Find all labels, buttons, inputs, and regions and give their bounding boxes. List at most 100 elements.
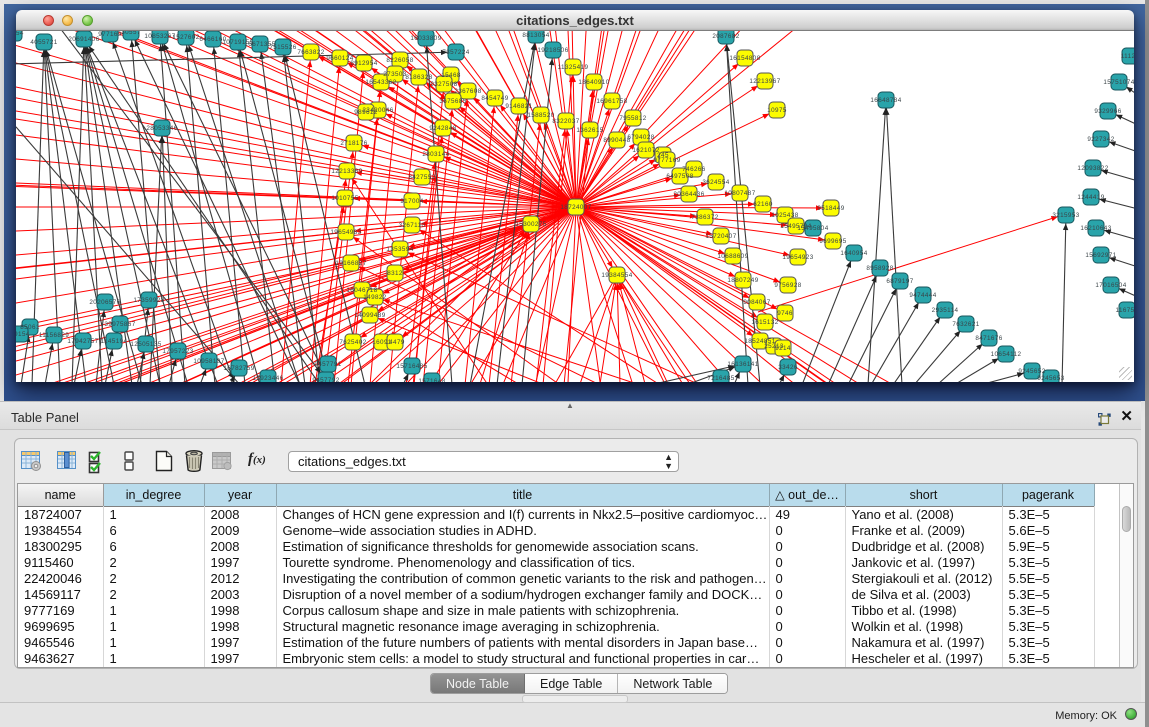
svg-text:19384554: 19384554	[601, 272, 632, 279]
svg-text:116753: 116753	[1116, 307, 1134, 314]
svg-text:7216485: 7216485	[707, 375, 734, 382]
svg-text:9699695: 9699695	[819, 238, 846, 245]
svg-text:6497508: 6497508	[666, 173, 693, 180]
svg-text:14099489: 14099489	[354, 312, 385, 319]
svg-text:16154808: 16154808	[729, 55, 760, 62]
svg-text:1621072: 1621072	[632, 147, 659, 154]
svg-text:9457791: 9457791	[314, 361, 341, 368]
svg-text:33426: 33426	[778, 364, 798, 371]
svg-text:9214: 9214	[775, 345, 791, 352]
svg-text:18640910: 18640910	[578, 79, 609, 86]
svg-text:8454749: 8454749	[481, 95, 508, 102]
svg-text:7625402: 7625402	[339, 339, 366, 346]
svg-text:19654983: 19654983	[330, 229, 361, 236]
svg-text:3267110: 3267110	[399, 222, 426, 229]
svg-text:11325419: 11325419	[558, 64, 589, 71]
svg-text:9245653: 9245653	[1037, 375, 1064, 382]
svg-text:19218506: 19218506	[537, 47, 568, 54]
svg-text:15751074: 15751074	[1103, 79, 1134, 86]
svg-text:2718176: 2718176	[340, 140, 367, 147]
svg-text:2087682: 2087682	[712, 33, 739, 40]
svg-text:7632621: 7632621	[952, 321, 979, 328]
svg-text:39975867: 39975867	[104, 321, 135, 328]
svg-text:62160: 62160	[753, 201, 773, 208]
svg-text:8226058: 8226058	[386, 57, 413, 64]
svg-text:1588520: 1588520	[527, 112, 554, 119]
svg-text:6879197: 6879197	[886, 278, 913, 285]
svg-text:12213967: 12213967	[749, 78, 780, 85]
svg-text:8813054: 8813054	[522, 32, 549, 39]
svg-text:8958928: 8958928	[866, 265, 893, 272]
svg-text:16046718: 16046718	[346, 287, 377, 294]
svg-text:15716485: 15716485	[396, 363, 427, 370]
svg-text:11124: 11124	[1121, 53, 1134, 60]
svg-text:17359928: 17359928	[133, 297, 164, 304]
svg-text:12505135: 12505135	[130, 341, 161, 348]
svg-text:989612: 989612	[354, 109, 378, 116]
svg-text:8312: 8312	[387, 270, 403, 277]
svg-text:1571648: 1571648	[418, 378, 445, 382]
svg-text:9777169: 9777169	[653, 157, 680, 164]
svg-text:4055721: 4055721	[30, 39, 57, 46]
svg-text:11156829: 11156829	[39, 332, 69, 339]
svg-text:2803144: 2803144	[422, 151, 449, 158]
svg-text:9457792: 9457792	[312, 377, 339, 382]
svg-text:20364436: 20364436	[673, 191, 704, 198]
svg-text:20206576: 20206576	[89, 299, 120, 306]
svg-text:19654923: 19654923	[782, 254, 813, 261]
svg-text:746266: 746266	[682, 166, 706, 173]
svg-text:1244419: 1244419	[1077, 194, 1104, 201]
svg-text:16033809: 16033809	[410, 35, 441, 42]
svg-text:15300275: 15300275	[515, 221, 546, 228]
svg-text:9327508: 9327508	[430, 81, 457, 88]
svg-text:7955812: 7955812	[619, 115, 646, 122]
svg-text:17016504: 17016504	[1095, 282, 1126, 289]
svg-text:17957223: 17957223	[162, 348, 193, 355]
svg-text:16961758: 16961758	[596, 98, 627, 105]
svg-text:39154: 39154	[16, 31, 24, 37]
svg-text:16210643: 16210643	[1080, 225, 1111, 232]
svg-text:1362615: 1362615	[576, 127, 603, 134]
svg-text:7357224: 7357224	[442, 49, 469, 56]
svg-text:10807487: 10807487	[724, 190, 755, 197]
svg-text:273503: 273503	[383, 71, 407, 78]
svg-text:18807249: 18807249	[727, 277, 758, 284]
svg-text:977169: 977169	[98, 31, 122, 38]
svg-text:16782759: 16782759	[223, 365, 254, 372]
svg-text:7515526: 7515526	[269, 44, 296, 51]
svg-text:7663822: 7663822	[297, 49, 324, 56]
svg-text:8912954: 8912954	[350, 60, 377, 67]
svg-text:16648784: 16648784	[870, 97, 901, 104]
svg-text:6794028: 6794028	[627, 134, 654, 141]
svg-text:14479: 14479	[385, 339, 405, 346]
svg-text:917004: 917004	[400, 198, 424, 205]
svg-text:19166827: 19166827	[335, 260, 366, 267]
svg-text:3675685: 3675685	[439, 98, 466, 105]
svg-text:12213389: 12213389	[331, 168, 362, 175]
svg-text:2935114: 2935114	[932, 307, 959, 314]
svg-text:1527602: 1527602	[172, 34, 199, 41]
svg-text:15720407: 15720407	[705, 233, 736, 240]
svg-text:8186328: 8186328	[405, 74, 432, 81]
svg-text:1010755: 1010755	[331, 195, 358, 202]
svg-text:9242848: 9242848	[429, 125, 456, 132]
svg-text:9227342: 9227342	[1087, 136, 1114, 143]
svg-text:1025438: 1025438	[771, 212, 798, 219]
svg-text:16136141: 16136141	[727, 361, 758, 368]
svg-text:15468: 15468	[441, 72, 461, 79]
svg-text:10975: 10975	[767, 107, 787, 114]
svg-text:9329966: 9329966	[1094, 108, 1121, 115]
svg-text:18724007: 18724007	[560, 204, 591, 211]
svg-text:16543362: 16543362	[365, 79, 396, 86]
svg-text:85061: 85061	[20, 324, 40, 331]
svg-text:9756928: 9756928	[774, 282, 801, 289]
svg-text:1145194: 1145194	[101, 338, 128, 345]
svg-text:9474444: 9474444	[909, 292, 936, 299]
svg-text:39154: 39154	[16, 331, 30, 338]
svg-text:3215953: 3215953	[1052, 212, 1079, 219]
svg-text:15495794: 15495794	[780, 223, 811, 230]
svg-text:149822: 149822	[363, 294, 387, 301]
svg-text:10688609: 10688609	[717, 253, 748, 260]
svg-text:10654112: 10654112	[991, 351, 1022, 358]
svg-text:1353594: 1353594	[386, 246, 413, 253]
